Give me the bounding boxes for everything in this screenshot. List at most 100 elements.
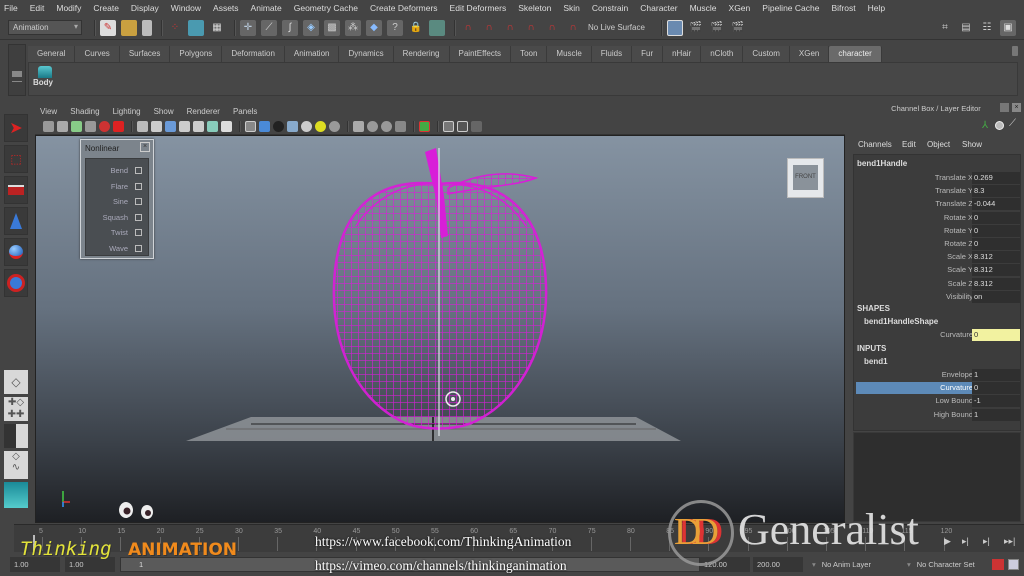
shelf-tab-xgen[interactable]: XGen — [789, 46, 830, 62]
paint-select-tool[interactable] — [4, 176, 28, 204]
checkbox[interactable] — [135, 229, 142, 237]
magnet-curve-icon[interactable]: ∩ — [481, 20, 497, 36]
menu-bifrost[interactable]: Bifrost — [831, 3, 855, 13]
checkbox[interactable] — [135, 213, 142, 221]
deformer-item-sine[interactable]: Sine — [86, 194, 148, 210]
menu-help[interactable]: Help — [868, 3, 885, 13]
tool-settings-icon[interactable]: ☷ — [979, 20, 995, 36]
attribute-editor-icon[interactable]: ▤ — [958, 20, 974, 36]
select-camera-icon[interactable] — [43, 120, 54, 132]
auto-key-button[interactable] — [992, 559, 1004, 570]
input-channel-row[interactable]: High Bound 1 — [854, 408, 1022, 422]
checkbox[interactable] — [135, 167, 142, 175]
deformer-item-wave[interactable]: Wave — [86, 241, 148, 257]
shadows-icon[interactable] — [329, 120, 340, 132]
float-panel-button[interactable] — [1000, 103, 1009, 112]
isolate-select-icon[interactable] — [419, 120, 430, 132]
channel-label[interactable]: Rotate Y — [944, 226, 973, 235]
layout-four-view[interactable]: ✚◇ ✚✚ — [4, 397, 28, 421]
shelf-trash-icon[interactable] — [1012, 46, 1018, 56]
channel-box-toggle-icon[interactable]: ▣ — [1000, 19, 1016, 36]
rotate-tool[interactable] — [4, 238, 28, 266]
menu-edit[interactable]: Edit — [30, 3, 45, 13]
channel-label[interactable]: Translate X — [935, 173, 973, 182]
cb-menu-channels[interactable]: Channels — [858, 140, 892, 149]
move-tool[interactable] — [4, 207, 28, 235]
step-forward-frame-button[interactable]: ▸| — [983, 536, 990, 547]
select-by-object-icon[interactable] — [188, 19, 204, 36]
channel-value[interactable]: on — [972, 290, 1020, 303]
image-plane-icon[interactable] — [85, 120, 96, 132]
channel-label[interactable]: Curvature — [940, 383, 973, 392]
shelf-tab-nhair[interactable]: nHair — [663, 46, 702, 62]
safe-action-icon[interactable] — [207, 120, 218, 132]
channel-value[interactable]: 0 — [972, 329, 1020, 341]
channel-row[interactable]: Translate Y 8.3 — [854, 185, 1022, 198]
input-output-icon[interactable] — [429, 19, 445, 36]
film-gate-icon[interactable] — [151, 120, 162, 132]
anim-layer-dropdown[interactable]: ▾ No Anim Layer — [808, 557, 898, 572]
gate-mask-icon[interactable] — [179, 120, 190, 132]
channel-label[interactable]: Scale X — [947, 252, 973, 261]
menu-xgen[interactable]: XGen — [729, 3, 751, 13]
snap-live-icon[interactable]: ▩ — [324, 19, 340, 36]
mode-selector[interactable]: Animation — [8, 20, 82, 35]
channel-row[interactable]: Scale Z 8.312 — [854, 277, 1022, 291]
grease-pencil-icon[interactable] — [99, 120, 110, 132]
channel-row[interactable]: Rotate Z0 — [854, 238, 1022, 251]
shelf-tab-rendering[interactable]: Rendering — [393, 46, 450, 62]
xray-joints-icon[interactable] — [471, 120, 482, 132]
menu-edit-deformers[interactable]: Edit Deformers — [450, 3, 507, 13]
shelf-tab-animation[interactable]: Animation — [284, 46, 340, 62]
shelf-tab-curves[interactable]: Curves — [75, 46, 120, 62]
shelf-button-body[interactable]: Body — [33, 66, 59, 94]
input-channel-row[interactable]: Envelope 1 — [854, 369, 1022, 382]
channel-label[interactable]: Scale Z — [948, 279, 973, 288]
snap-view-plane-icon[interactable]: ◈ — [303, 19, 319, 36]
view-cube[interactable]: FRONT — [787, 158, 824, 198]
channel-value[interactable]: 8.3 — [972, 185, 1020, 198]
view-cube-face[interactable]: FRONT — [793, 165, 818, 190]
shelf-tab-character[interactable]: character — [829, 46, 882, 62]
menu-muscle[interactable]: Muscle — [690, 3, 717, 13]
snap-object-icon[interactable]: ◆ — [366, 19, 382, 36]
select-by-component-icon[interactable]: ▦ — [209, 20, 225, 36]
magnet-live-icon[interactable]: ∩ — [565, 20, 581, 36]
camera-pencil-icon[interactable] — [113, 120, 124, 132]
checkbox[interactable] — [135, 244, 142, 252]
viewport-menu-renderer[interactable]: Renderer — [187, 107, 220, 116]
modeling-toolkit-icon[interactable]: ⌗ — [937, 20, 953, 36]
shelf-tab-fur[interactable]: Fur — [632, 46, 664, 62]
channel-label[interactable]: Translate Z — [935, 199, 973, 208]
menu-geometry-cache[interactable]: Geometry Cache — [294, 3, 358, 13]
layout-persp-graph[interactable]: ◇ ∿ — [4, 451, 28, 479]
channel-label[interactable]: Rotate Z — [944, 239, 973, 248]
viewport-menu-show[interactable]: Show — [154, 107, 174, 116]
snap-point-icon[interactable]: ∫ — [282, 19, 298, 36]
menu-skin[interactable]: Skin — [563, 3, 580, 13]
end-time-field[interactable]: 200.00 — [753, 557, 803, 572]
menu-animate[interactable]: Animate — [251, 3, 282, 13]
menu-skeleton[interactable]: Skeleton — [518, 3, 551, 13]
channel-label[interactable]: Rotate X — [944, 213, 973, 222]
xray-active-components-icon[interactable] — [457, 120, 468, 132]
shelf-tab-fluids[interactable]: Fluids — [591, 46, 633, 62]
viewport-menu-lighting[interactable]: Lighting — [113, 107, 141, 116]
input-name[interactable]: bend1 — [864, 357, 888, 366]
channel-row[interactable]: Translate X 0.269 — [854, 172, 1022, 185]
magnet-icon[interactable]: ∩ — [460, 20, 476, 36]
snap-vertex-icon[interactable]: ⁂ — [345, 19, 361, 36]
cb-menu-show[interactable]: Show — [962, 140, 982, 149]
deformer-item-bend[interactable]: Bend — [86, 163, 148, 179]
channel-row[interactable]: Rotate Y0 — [854, 224, 1022, 238]
menu-character[interactable]: Character — [640, 3, 677, 13]
channel-row[interactable]: Scale X 8.312 — [854, 251, 1022, 264]
field-chart-icon[interactable] — [193, 120, 204, 132]
channel-label[interactable]: Scale Y — [947, 265, 973, 274]
channel-label[interactable]: Curvature — [940, 330, 973, 339]
magnet-plane-icon[interactable]: ∩ — [544, 20, 560, 36]
menu-display[interactable]: Display — [131, 3, 159, 13]
shelf-tab-dynamics[interactable]: Dynamics — [339, 46, 394, 62]
shelf-tab-deformation[interactable]: Deformation — [222, 46, 285, 62]
channel-value[interactable]: 0 — [972, 224, 1020, 237]
